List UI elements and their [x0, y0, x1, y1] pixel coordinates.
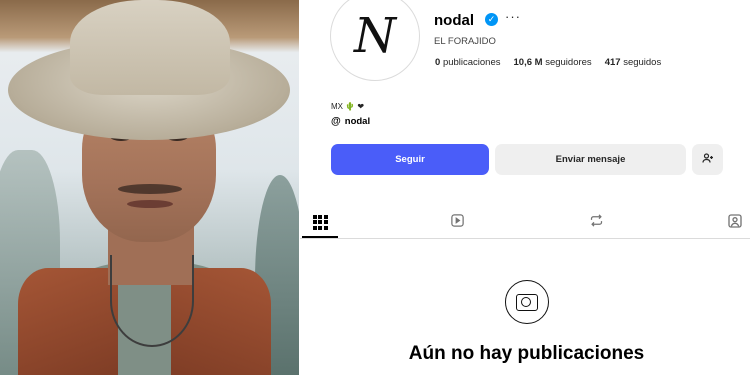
following-stat[interactable]: 417 seguidos — [605, 57, 662, 68]
follow-button[interactable]: Seguir — [331, 144, 489, 175]
repost-icon — [589, 213, 604, 231]
verified-badge-icon: ✓ — [485, 13, 498, 26]
threads-handle: nodal — [344, 116, 371, 127]
tab-reels[interactable] — [439, 208, 475, 236]
tab-tagged[interactable] — [717, 208, 750, 236]
profile-tabs — [300, 208, 750, 239]
more-options-icon[interactable]: ··· — [505, 9, 521, 24]
threads-icon: @ — [331, 116, 341, 127]
add-person-icon — [701, 152, 714, 167]
profile-bio: MX 🌵 ❤ — [331, 102, 365, 111]
reels-icon — [450, 213, 465, 231]
suggested-users-button[interactable] — [692, 144, 723, 175]
posts-stat: 0 publicaciones — [435, 57, 501, 68]
tab-posts[interactable] — [302, 208, 338, 238]
profile-username: nodal — [434, 12, 474, 29]
profile-photo — [0, 0, 299, 375]
profile-full-name: EL FORAJIDO — [434, 36, 496, 47]
empty-state-title: Aún no hay publicaciones — [408, 343, 645, 364]
grid-icon — [312, 214, 328, 230]
avatar-logo: N — [354, 8, 396, 64]
threads-link[interactable]: @ nodal — [331, 116, 370, 127]
profile-stats: 0 publicaciones 10,6 M seguidores 417 se… — [435, 57, 661, 68]
followers-stat[interactable]: 10,6 M seguidores — [514, 57, 592, 68]
camera-icon — [505, 280, 549, 324]
tagged-icon — [727, 213, 743, 232]
tab-reposts[interactable] — [578, 208, 614, 236]
send-message-button[interactable]: Enviar mensaje — [495, 144, 686, 175]
profile-avatar[interactable]: N — [330, 0, 420, 81]
